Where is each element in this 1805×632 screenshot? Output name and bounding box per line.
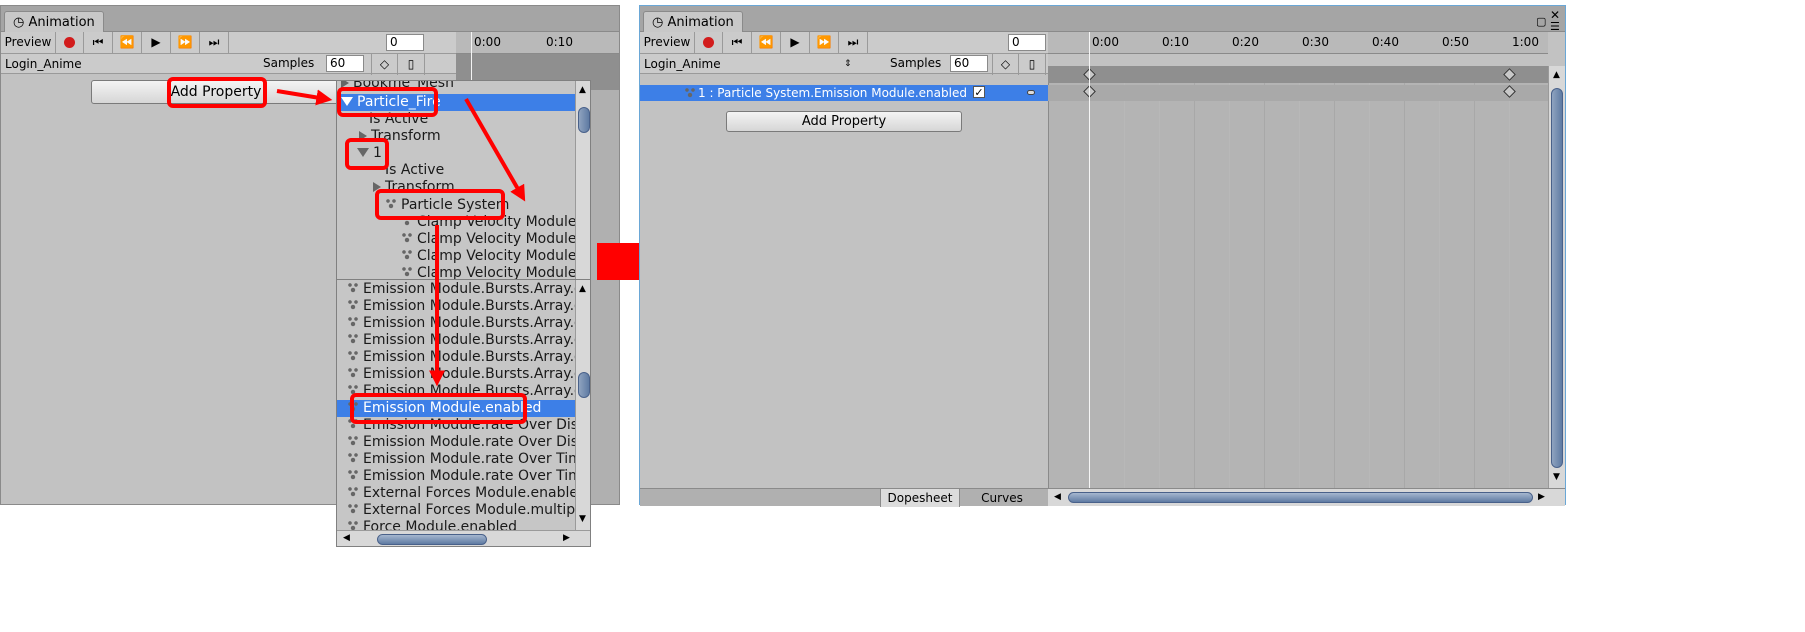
right-next-key-button[interactable]: ⏩ [810,32,839,53]
arrow-to-particle-system [464,98,526,202]
right-ruler-tick: 0:10 [1162,35,1189,49]
menu-icon[interactable]: ☰ [1550,20,1560,33]
property-row[interactable]: 1 : Particle System.Emission Module.enab… [640,85,1048,101]
dopesheet-summary-row [1048,66,1548,83]
grid-line [1404,83,1405,488]
grid-line [1194,83,1195,488]
right-clip-dropdown[interactable]: Login_Anime ⇕ [644,55,854,73]
dropdown-arrow-icon: ⇕ [844,59,852,69]
grid-line [1474,83,1475,488]
tab-curves[interactable]: Curves [962,489,1042,507]
right-ruler-tick: 0:40 [1372,35,1399,49]
right-add-event-button[interactable]: ▯ [1019,54,1046,75]
tab-dopesheet[interactable]: Dopesheet [880,489,960,507]
right-play-button[interactable]: ▶ [781,32,810,53]
right-bottom-bar: Dopesheet Curves [640,488,1048,507]
dopesheet-area[interactable] [1048,83,1548,488]
skip-first-icon: ⏮ [731,35,743,49]
grid-line [1439,83,1440,488]
grid-line [1159,83,1160,488]
right-animation-tab[interactable]: ◷ Animation [643,11,743,33]
right-ruler-tick: 0:00 [1092,35,1119,49]
play-icon: ▶ [790,35,800,49]
right-frame-field[interactable]: 0 [1008,34,1046,51]
right-samples-field[interactable]: 60 [950,55,988,72]
right-time-ruler[interactable]: 0:00 0:10 0:20 0:30 0:40 0:50 1:00 [1048,32,1548,54]
grid-line [1264,83,1265,488]
right-add-property-label: Add Property [801,114,887,129]
record-icon [703,37,714,48]
right-hscrollbar[interactable]: ◀ ▶ [1048,488,1565,506]
right-record-button[interactable] [695,32,723,53]
scroll-down-icon[interactable]: ▼ [1553,472,1560,482]
prev-key-icon: ⏪ [758,35,774,49]
right-tab-strip [640,6,1565,32]
add-event-icon: ▯ [1028,57,1036,71]
right-add-keyframe-button[interactable]: ◇ [992,54,1019,75]
right-playhead[interactable] [1089,32,1090,488]
scroll-left-icon[interactable]: ◀ [1054,492,1061,502]
clock-icon: ◷ [652,15,664,30]
grid-line [1299,83,1300,488]
grid-line [1124,83,1125,488]
right-animation-window: ◷ Animation ▢ ✕ ☰ Preview ⏮ ⏪ ▶ ⏩ ⏭ 0 0:… [639,5,1566,507]
right-ruler-tick: 0:50 [1442,35,1469,49]
right-vscrollbar[interactable]: ▲ ▼ [1548,66,1565,488]
lock-icon[interactable]: ▢ [1536,15,1546,28]
grid-line [1509,83,1510,488]
right-ruler-tick: 0:30 [1302,35,1329,49]
grid-line [1229,83,1230,488]
add-keyframe-icon: ◇ [1000,57,1011,71]
right-samples-label: Samples [890,56,942,70]
scroll-right-icon[interactable]: ▶ [1538,492,1545,502]
right-last-key-button[interactable]: ⏭ [839,32,868,53]
dopesheet-property-row [1048,85,1548,101]
grid-line [1369,83,1370,488]
right-hscroll-thumb[interactable] [1068,492,1533,503]
property-name: 1 : Particle System.Emission Module.enab… [698,86,967,100]
right-ruler-tick: 1:00 [1512,35,1539,49]
right-clip-row: Login_Anime ⇕ Samples 60 ◇ ▯ [640,54,1048,75]
right-first-key-button[interactable]: ⏮ [723,32,752,53]
right-vscroll-thumb[interactable] [1551,88,1563,468]
particle-system-icon [684,87,696,99]
arrow-to-particle-fire [276,89,333,106]
skip-last-icon: ⏭ [847,35,859,49]
right-clip-name: Login_Anime [644,57,721,71]
remove-property-icon[interactable] [1027,90,1035,95]
grid-line [1334,83,1335,488]
right-add-property-button[interactable]: Add Property [726,111,962,132]
right-ruler-tick: 0:20 [1232,35,1259,49]
scroll-up-icon[interactable]: ▲ [1553,70,1560,80]
property-checkbox[interactable]: ✓ [973,86,985,98]
right-toolbar: Preview ⏮ ⏪ ▶ ⏩ ⏭ 0 [640,32,1048,54]
right-preview-button[interactable]: Preview [640,32,695,53]
next-key-icon: ⏩ [816,35,832,49]
right-preview-label: Preview [643,35,691,49]
right-tab-label: Animation [667,15,734,30]
right-prev-key-button[interactable]: ⏪ [752,32,781,53]
